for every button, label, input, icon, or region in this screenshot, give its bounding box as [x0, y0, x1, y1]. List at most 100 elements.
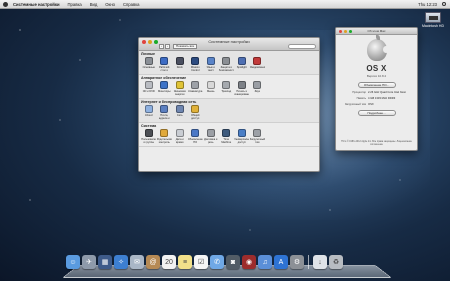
app-store-icon[interactable]: A	[274, 255, 288, 269]
software-update-button[interactable]: Обновление ПО...	[357, 82, 396, 88]
users-icon	[144, 129, 153, 137]
messages-icon[interactable]: ✆	[210, 255, 224, 269]
dock: ☺ ✈ ▦ ✧ ✉ @20 ≡ ☑ ✆ ◙ ◉ ♫ A ⚙ ↓ ♻	[66, 255, 343, 269]
forward-button[interactable]: ›	[165, 44, 170, 49]
cd-icon	[144, 81, 153, 89]
info-key: Процессор	[352, 91, 366, 94]
clock[interactable]: Thu 12:23	[418, 2, 437, 7]
pref-pane-item[interactable]: Печать и сканирование	[234, 81, 250, 96]
prefs-grid: Основные Рабочий стол и заставка Dock Missi…	[141, 57, 317, 72]
about-this-mac-window: Об этом Mac OS X Версия 10.8.2 Обновлени…	[335, 27, 418, 151]
back-button[interactable]: ‹	[159, 44, 164, 49]
pref-pane-item[interactable]: Mission Control	[188, 57, 204, 72]
pref-pane-item[interactable]: Рабочий стол и заставка	[157, 57, 173, 72]
itunes-icon[interactable]: ♫	[258, 255, 272, 269]
menu-help[interactable]: Справка	[123, 2, 139, 7]
finder-icon[interactable]: ☺	[66, 255, 80, 269]
sound-icon	[253, 81, 262, 89]
pref-pane-label: Универсальный доступ	[234, 138, 249, 144]
pref-pane-item[interactable]: Spotlight	[234, 57, 250, 72]
pref-pane-item[interactable]: iCloud	[141, 105, 157, 120]
date-icon	[175, 129, 184, 137]
pref-pane-item[interactable]: Загрузочный том	[250, 129, 266, 144]
apple-logo-icon	[366, 35, 389, 61]
parental-icon	[160, 129, 169, 137]
reminders-icon[interactable]: ☑	[194, 255, 208, 269]
pref-pane-item[interactable]: Обновление ПО	[188, 129, 204, 144]
pref-pane-item[interactable]: Уведомления	[250, 57, 266, 72]
menu-extras: Thu 12:23	[418, 2, 450, 7]
pref-pane-label: Экономия энергии	[173, 90, 186, 96]
pref-pane-label: Язык и текст	[206, 66, 215, 72]
copyright-text: TM и © 1983–2012 Apple Inc. Все права за…	[341, 141, 412, 146]
time-machine-icon	[222, 129, 231, 137]
safari-icon[interactable]: ✧	[114, 255, 128, 269]
mission-control-icon[interactable]: ▦	[98, 255, 112, 269]
facetime-icon[interactable]: ◙	[226, 255, 240, 269]
prefs-titlebar[interactable]: Системные настройки ‹ › Показать все	[139, 38, 319, 51]
pref-pane-item[interactable]: Dock	[172, 57, 188, 72]
trash-icon[interactable]: ♻	[329, 255, 343, 269]
apple-menu-icon[interactable]	[3, 1, 8, 7]
spotlight-search-icon[interactable]	[442, 2, 446, 6]
info-value: 4 GB 1333 MHz DDR3	[368, 97, 396, 100]
pref-pane-item[interactable]: Язык и текст	[203, 57, 219, 72]
pref-pane-item[interactable]: Мониторы	[157, 81, 173, 96]
pref-pane-item[interactable]: Звук	[250, 81, 266, 96]
desktop-icon	[160, 57, 169, 65]
pref-pane-item[interactable]: Почта, адреса и календари	[157, 105, 173, 120]
hard-drive-icon[interactable]	[425, 12, 441, 23]
pref-pane-item[interactable]: Мышь	[203, 81, 219, 96]
launchpad-icon[interactable]: ✈	[82, 255, 96, 269]
about-title: Об этом Mac	[367, 29, 386, 33]
photo-booth-icon[interactable]: ◉	[242, 255, 256, 269]
pref-pane-item[interactable]: Time Machine	[219, 129, 235, 144]
mail-icon	[160, 105, 169, 113]
prefs-grid: CD и DVD Мониторы Экономия энергии Клавиату…	[141, 81, 317, 96]
pref-pane-item[interactable]: Родительский контроль	[157, 129, 173, 144]
keyboard-icon	[191, 81, 200, 89]
pref-pane-item[interactable]: Защита и безопасность	[219, 57, 235, 72]
pref-pane-item[interactable]: Сеть	[172, 105, 188, 120]
pref-pane-label: Защита и безопасность	[218, 66, 234, 72]
prefs-search-input[interactable]	[288, 44, 316, 49]
startup-disk-icon	[253, 129, 262, 137]
mail-icon[interactable]: ✉	[130, 255, 144, 269]
info-row-startup-disk: Загрузочный том OSX	[336, 103, 417, 106]
downloads-icon[interactable]: ↓	[313, 255, 327, 269]
notes-icon[interactable]: ≡	[178, 255, 192, 269]
pref-pane-item[interactable]: Клавиатура	[188, 81, 204, 96]
mouse-icon	[206, 81, 215, 89]
menu-view[interactable]: Вид	[90, 2, 98, 7]
pref-pane-item[interactable]: Диктовка и речь	[203, 129, 219, 144]
pref-pane-item[interactable]: CD и DVD	[141, 81, 157, 96]
pref-pane-item[interactable]: Трекпад	[219, 81, 235, 96]
general-icon	[144, 57, 153, 65]
calendar-icon[interactable]: 20	[162, 255, 176, 269]
pref-pane-label: Общий доступ	[190, 114, 200, 120]
pref-pane-label: Мониторы	[158, 90, 171, 93]
notifications-icon	[253, 57, 262, 65]
pref-pane-item[interactable]: Пользователи и группы	[141, 129, 157, 144]
pref-pane-item[interactable]: Основные	[141, 57, 157, 72]
nav-buttons: ‹ ›	[159, 44, 170, 49]
more-info-button[interactable]: Подробнее...	[357, 110, 396, 116]
contacts-icon[interactable]: @	[146, 255, 160, 269]
pref-pane-label: Клавиатура	[188, 90, 203, 93]
pref-pane-label: Родительский контроль	[156, 138, 172, 144]
menu-window[interactable]: Окно	[105, 2, 115, 7]
menu-edit[interactable]: Правка	[68, 2, 82, 7]
pref-pane-label: CD и DVD	[142, 90, 155, 93]
show-all-button[interactable]: Показать все	[173, 44, 198, 49]
pref-pane-item[interactable]: Универсальный доступ	[234, 129, 250, 144]
pref-pane-label: Звук	[254, 90, 260, 93]
system-preferences-window: Системные настройки ‹ › Показать все Лич…	[138, 37, 320, 172]
pref-pane-item[interactable]: Общий доступ	[188, 105, 204, 120]
pref-pane-item[interactable]: Экономия энергии	[172, 81, 188, 96]
prefs-section: Аппаратное обеспечение CD и DVD Мониторы Эк…	[139, 75, 319, 99]
system-preferences-icon[interactable]: ⚙	[290, 255, 304, 269]
pref-pane-item[interactable]: Дата и время	[172, 129, 188, 144]
os-name: OS X	[366, 64, 387, 73]
menu-app-name[interactable]: Системные настройки	[13, 2, 60, 7]
about-titlebar[interactable]: Об этом Mac	[336, 28, 417, 35]
